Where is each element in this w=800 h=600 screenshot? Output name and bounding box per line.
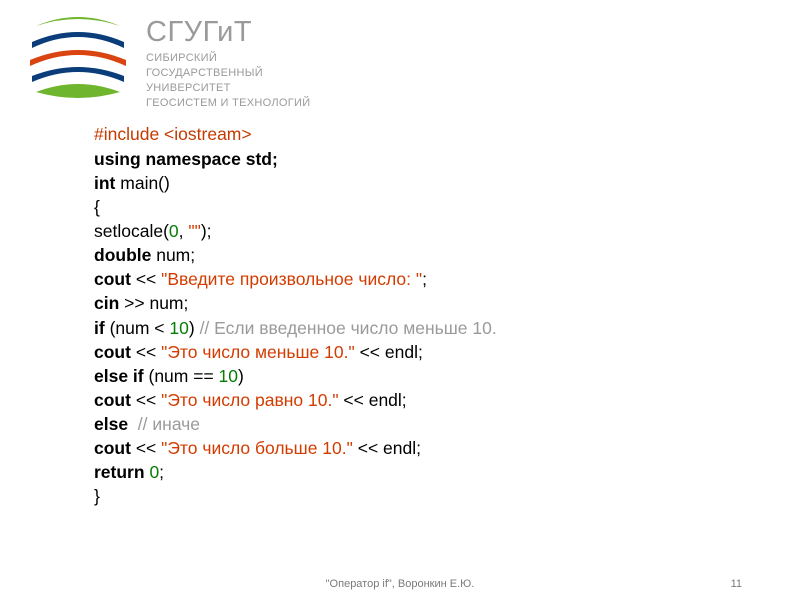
code-line: cout << "Это число меньше 10." << endl;	[94, 340, 780, 364]
code-line: using namespace std;	[94, 147, 780, 171]
code-line: cin >> num;	[94, 291, 780, 315]
code-line: #include <iostream>	[94, 122, 780, 146]
code-line: double num;	[94, 243, 780, 267]
university-title-block: СГУГиТ СИБИРСКИЙ ГОСУДАРСТВЕННЫЙ УНИВЕРС…	[146, 12, 310, 110]
code-line: if (num < 10) // Если введенное число ме…	[94, 316, 780, 340]
slide-header: СГУГиТ СИБИРСКИЙ ГОСУДАРСТВЕННЫЙ УНИВЕРС…	[0, 0, 800, 118]
code-line: cout << "Введите произвольное число: ";	[94, 267, 780, 291]
code-line: {	[94, 195, 780, 219]
code-line: setlocale(0, "");	[94, 219, 780, 243]
code-line: cout << "Это число равно 10." << endl;	[94, 388, 780, 412]
code-line: cout << "Это число больше 10." << endl;	[94, 436, 780, 460]
code-line: else if (num == 10)	[94, 364, 780, 388]
page-number: 11	[731, 578, 742, 590]
code-line: else // иначе	[94, 412, 780, 436]
code-block: #include <iostream> using namespace std;…	[0, 118, 800, 508]
university-subtitle: СИБИРСКИЙ ГОСУДАРСТВЕННЫЙ УНИВЕРСИТЕТ ГЕ…	[146, 51, 310, 110]
university-logo	[28, 12, 128, 102]
code-line: return 0;	[94, 460, 780, 484]
code-line: }	[94, 484, 780, 508]
footer-text: "Оператор if", Воронкин Е.Ю.	[326, 578, 475, 590]
code-line: int main()	[94, 171, 780, 195]
slide-footer: "Оператор if", Воронкин Е.Ю.	[0, 578, 800, 590]
university-name: СГУГиТ	[146, 16, 310, 49]
